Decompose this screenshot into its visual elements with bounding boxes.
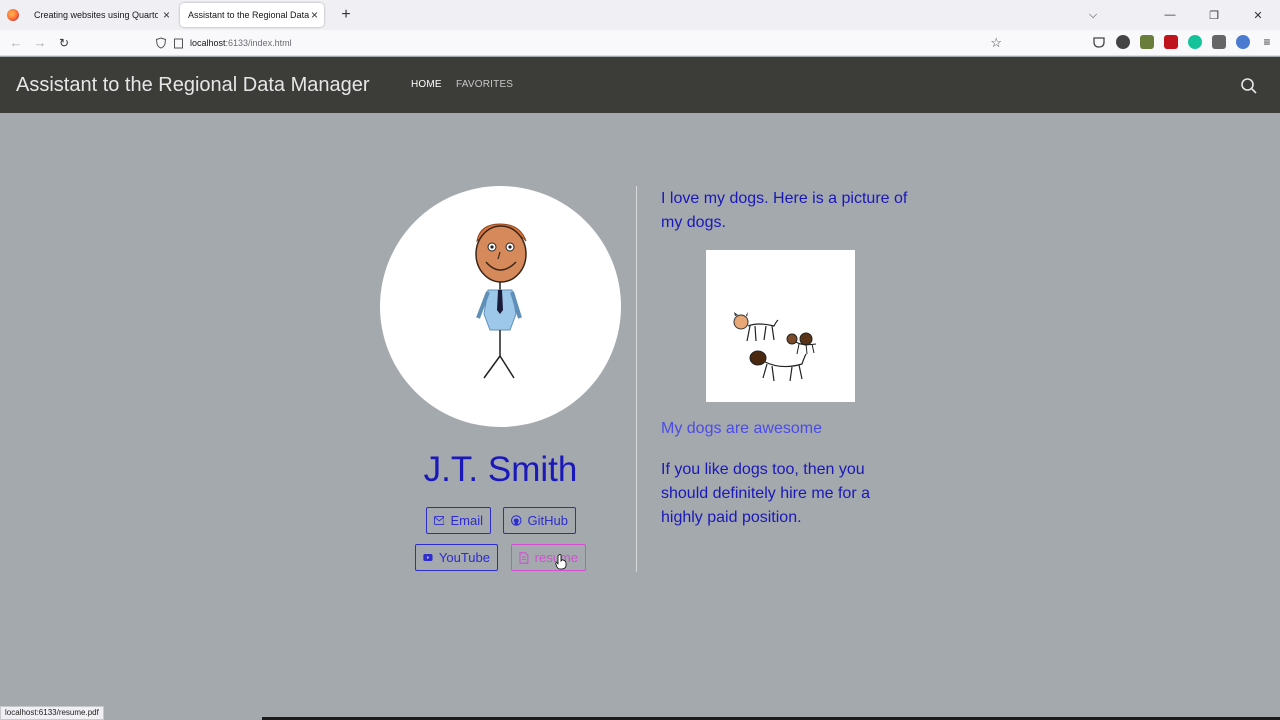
site-navbar: Assistant to the Regional Data Manager H… (0, 57, 1280, 113)
pocket-icon[interactable] (1092, 35, 1106, 49)
tab-title: Creating websites using Quarto and (34, 10, 158, 20)
translate-icon[interactable] (1236, 35, 1250, 49)
reader-extension-icon[interactable] (1212, 35, 1226, 49)
stick-figure-drawing (475, 223, 527, 379)
browser-tab[interactable]: Creating websites using Quarto and × (26, 3, 176, 27)
youtube-icon (423, 553, 433, 562)
menu-icon[interactable]: ≡ (1260, 35, 1274, 49)
minimize-icon[interactable]: — (1148, 9, 1192, 21)
shield-icon (155, 37, 167, 49)
profile-name: J.T. Smith (423, 450, 578, 489)
browser-tab-bar: Creating websites using Quarto and × Ass… (0, 0, 1280, 30)
youtube-label: YouTube (438, 550, 490, 565)
tab-title: Assistant to the Regional Data Mana (188, 10, 312, 20)
column-divider (636, 186, 637, 572)
extensions-toolbar: ≡ (1092, 35, 1274, 49)
close-tab-icon[interactable]: × (311, 8, 318, 22)
hand-cursor-icon (555, 554, 567, 570)
joplin-extension-icon[interactable] (1116, 35, 1130, 49)
url-host: localhost (190, 38, 226, 48)
search-icon[interactable] (1240, 77, 1258, 95)
email-label: Email (450, 513, 483, 528)
intro-paragraph: I love my dogs. Here is a picture of my … (661, 190, 908, 231)
nav-home[interactable]: HOME (411, 79, 442, 90)
bookmark-star-icon[interactable]: ☆ (990, 35, 1002, 51)
back-icon[interactable]: ← (4, 35, 28, 50)
github-button[interactable]: GitHub (503, 507, 576, 534)
nav-favorites[interactable]: FAVORITES (456, 79, 513, 90)
dogs-drawing (733, 312, 817, 382)
browser-nav-bar: ← → ↻ localhost:6133/index.html ☆ ≡ (0, 30, 1280, 56)
firefox-view-button[interactable] (0, 0, 26, 30)
envelope-icon (434, 516, 445, 525)
github-icon (511, 515, 522, 526)
list-tabs-icon[interactable]: ⌵ (1068, 9, 1118, 22)
puzzle-extension-icon[interactable] (1140, 35, 1154, 49)
ublock-icon[interactable] (1164, 35, 1178, 49)
new-tab-icon[interactable]: + (336, 6, 356, 24)
restore-icon[interactable]: ❐ (1192, 9, 1236, 22)
firefox-icon (7, 9, 19, 21)
resume-button[interactable]: resume (511, 544, 586, 571)
reload-icon[interactable]: ↻ (52, 36, 76, 50)
file-icon (519, 551, 529, 564)
status-bar-url: localhost:6133/resume.pdf (0, 706, 104, 720)
github-label: GitHub (527, 513, 568, 528)
window-controls: ⌵ — ❐ ✕ (1068, 0, 1280, 30)
browser-tab-active[interactable]: Assistant to the Regional Data Mana × (180, 3, 324, 27)
dogs-awesome-link[interactable]: My dogs are awesome (661, 420, 822, 438)
site-title[interactable]: Assistant to the Regional Data Manager (16, 74, 370, 97)
page-icon (174, 38, 183, 48)
grammarly-icon[interactable] (1188, 35, 1202, 49)
youtube-button[interactable]: YouTube (415, 544, 498, 571)
email-button[interactable]: Email (426, 507, 491, 534)
url-path: :6133/index.html (225, 38, 292, 48)
close-tab-icon[interactable]: × (163, 8, 170, 22)
outro-paragraph: If you like dogs too, then you should de… (661, 461, 870, 526)
profile-avatar (380, 186, 621, 427)
url-bar[interactable]: localhost:6133/index.html ☆ (155, 33, 1010, 53)
close-window-icon[interactable]: ✕ (1236, 9, 1280, 22)
forward-icon[interactable]: → (28, 35, 52, 50)
dogs-image (706, 250, 855, 402)
